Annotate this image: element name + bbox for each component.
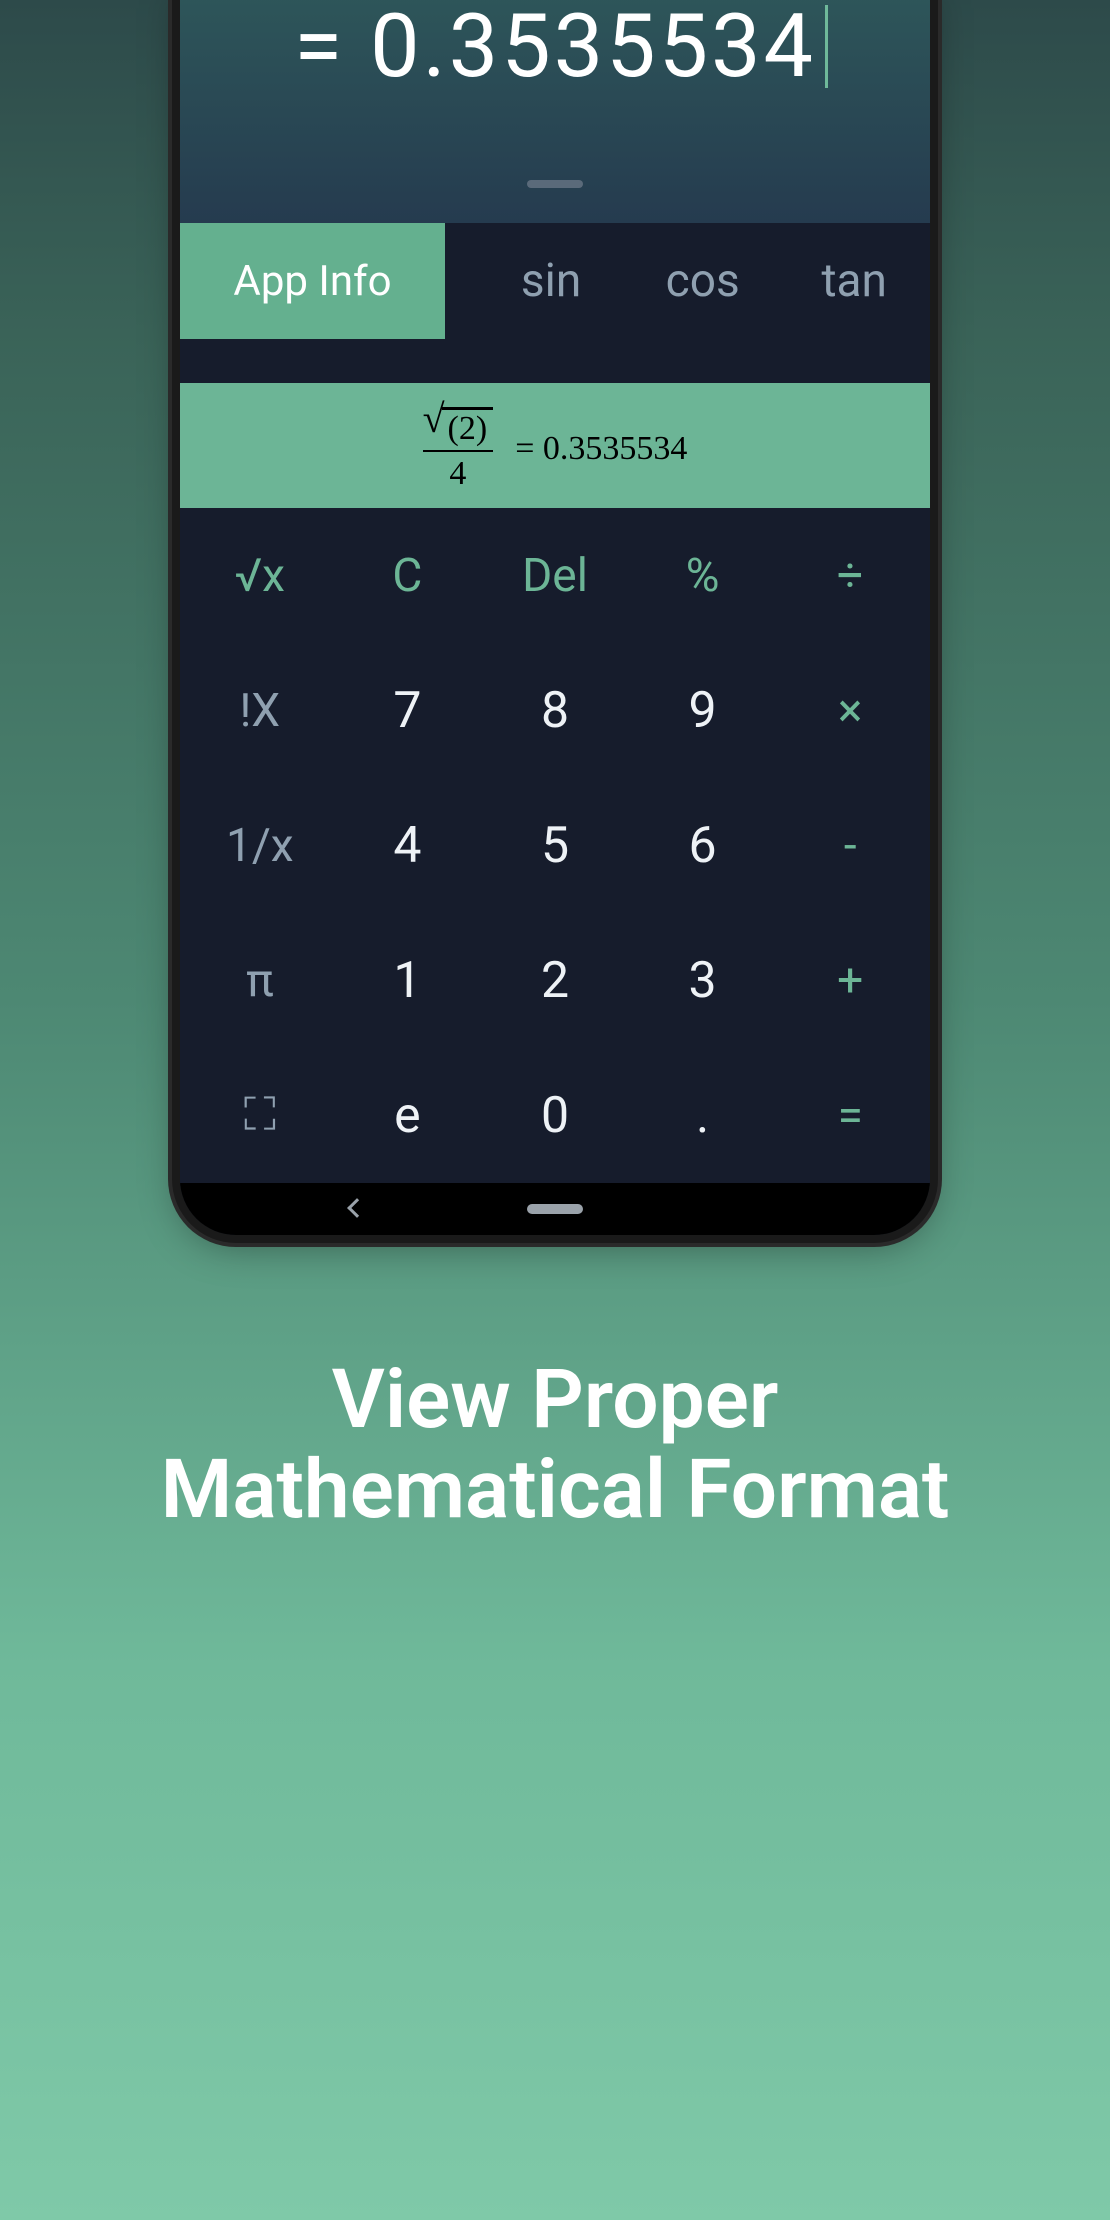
caption-line-1: View Proper [332, 1352, 779, 1448]
spacer [180, 339, 930, 383]
caption-line-2: Mathematical Format [161, 1442, 950, 1538]
digit-4-button[interactable]: 4 [334, 778, 482, 913]
minus-button[interactable]: - [776, 778, 924, 913]
fraction-denominator: 4 [449, 455, 466, 493]
sin-button[interactable]: sin [475, 223, 627, 339]
digit-6-button[interactable]: 6 [629, 778, 777, 913]
digit-7-button[interactable]: 7 [334, 643, 482, 778]
function-row: App Info sin cos tan [180, 223, 930, 339]
digit-5-button[interactable]: 5 [481, 778, 629, 913]
decimal-button[interactable]: . [629, 1048, 777, 1183]
tan-button[interactable]: tan [778, 223, 930, 339]
pi-button[interactable]: π [186, 913, 334, 1048]
sqrt-button[interactable]: √x [186, 508, 334, 643]
fraction-bar [423, 450, 493, 452]
e-button[interactable]: e [334, 1048, 482, 1183]
inverse-button[interactable]: 1/x [186, 778, 334, 913]
fraction-numerator: √ (2) [423, 399, 494, 447]
digit-2-button[interactable]: 2 [481, 913, 629, 1048]
divide-button[interactable]: ÷ [776, 508, 924, 643]
screen: = 0.3535534 App Info sin cos tan √ (2) 4… [180, 0, 930, 1235]
promo-caption: View Proper Mathematical Format [161, 1355, 950, 1535]
percent-button[interactable]: % [629, 508, 777, 643]
clear-button[interactable]: C [334, 508, 482, 643]
android-navbar [180, 1183, 930, 1235]
digit-3-button[interactable]: 3 [629, 913, 777, 1048]
delete-button[interactable]: Del [481, 508, 629, 643]
expand-button[interactable]: ⛶ [186, 1048, 334, 1183]
back-icon[interactable] [347, 1198, 367, 1218]
formula-result: = 0.3535534 [515, 430, 687, 468]
equals-button[interactable]: = [776, 1048, 924, 1183]
digit-8-button[interactable]: 8 [481, 643, 629, 778]
phone-frame: = 0.3535534 App Info sin cos tan √ (2) 4… [180, 0, 930, 1235]
cos-button[interactable]: cos [627, 223, 779, 339]
multiply-button[interactable]: × [776, 643, 924, 778]
formula-display: √ (2) 4 = 0.3535534 [180, 383, 930, 508]
radicand: (2) [442, 407, 494, 450]
factorial-button[interactable]: !X [186, 643, 334, 778]
digit-1-button[interactable]: 1 [334, 913, 482, 1048]
home-handle-icon[interactable] [527, 1204, 583, 1214]
fraction: √ (2) 4 [423, 399, 494, 493]
result-text: = 0.3535534 [294, 0, 816, 98]
plus-button[interactable]: + [776, 913, 924, 1048]
app-info-button[interactable]: App Info [180, 223, 445, 339]
digit-0-button[interactable]: 0 [481, 1048, 629, 1183]
calc-display: = 0.3535534 [180, 0, 930, 223]
keypad: √x C Del % ÷ !X 7 8 9 × 1/x 4 5 6 - π 1 … [180, 508, 930, 1183]
digit-9-button[interactable]: 9 [629, 643, 777, 778]
spacer [445, 223, 475, 339]
drag-handle-icon[interactable] [527, 180, 583, 188]
